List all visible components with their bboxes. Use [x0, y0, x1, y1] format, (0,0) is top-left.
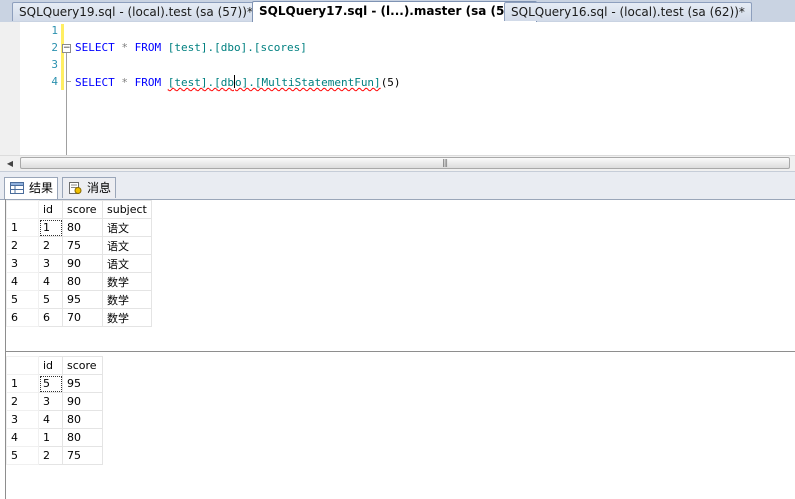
table-cell[interactable]: 80: [62, 410, 103, 429]
row-header[interactable]: 3: [6, 254, 39, 273]
table-cell[interactable]: 6: [38, 308, 63, 327]
code-line-2: SELECT * FROM [test].[dbo].[scores]: [75, 41, 307, 54]
keyword: SELECT: [75, 76, 115, 89]
line-number: 1: [51, 24, 58, 37]
function-args: (5): [380, 76, 401, 89]
operator: *: [121, 41, 128, 54]
column-header[interactable]: subject: [102, 200, 152, 219]
message-icon: [69, 182, 82, 194]
table-cell[interactable]: 95: [62, 290, 103, 309]
table-cell[interactable]: 3: [38, 392, 63, 411]
row-header[interactable]: 6: [6, 308, 39, 327]
row-header[interactable]: 3: [6, 410, 39, 429]
grip-icon: |||: [442, 158, 448, 167]
results-tab-bar: 结果 消息: [0, 171, 795, 200]
scroll-left-arrow-icon[interactable]: ◀: [2, 156, 18, 171]
table-cell[interactable]: 90: [62, 254, 103, 273]
table-cell[interactable]: 数学: [102, 308, 152, 327]
column-header[interactable]: id: [38, 200, 63, 219]
collapse-icon[interactable]: −: [62, 44, 71, 53]
row-header[interactable]: 5: [6, 446, 39, 465]
table-row[interactable]: 4 1 80: [6, 428, 103, 447]
table-cell[interactable]: 语文: [102, 236, 152, 255]
line-number-margin: 1 2 3 4: [20, 22, 60, 155]
grid-icon: [10, 182, 24, 194]
table-cell[interactable]: 80: [62, 218, 103, 237]
grid-corner[interactable]: [6, 356, 39, 375]
outline-end-tick: [66, 81, 71, 82]
pane-separator[interactable]: [5, 351, 795, 352]
tab-results[interactable]: 结果: [4, 177, 59, 199]
change-tracking-bar: [61, 24, 64, 90]
table-cell[interactable]: 90: [62, 392, 103, 411]
table-cell[interactable]: 5: [38, 374, 63, 393]
query-editor[interactable]: 1 2 3 4 − SELECT * FROM [test].[dbo].[sc…: [0, 22, 795, 155]
column-header[interactable]: score: [62, 356, 103, 375]
editor-gutter: [0, 22, 20, 155]
keyword: FROM: [134, 76, 162, 89]
keyword: SELECT: [75, 41, 115, 54]
tab-messages[interactable]: 消息: [62, 177, 117, 198]
table-cell[interactable]: 1: [38, 428, 63, 447]
table-row[interactable]: 3 3 90 语文: [6, 254, 152, 273]
table-cell[interactable]: 3: [38, 254, 63, 273]
tab-sqlquery17[interactable]: SQLQuery17.sql - (l...).master (sa (52))…: [252, 1, 537, 22]
table-row[interactable]: 2 2 75 语文: [6, 236, 152, 255]
row-header[interactable]: 1: [6, 374, 39, 393]
table-row[interactable]: 1 5 95: [6, 374, 103, 393]
editor-horizontal-scrollbar[interactable]: ◀ |||: [0, 155, 795, 171]
table-cell[interactable]: 80: [62, 428, 103, 447]
table-cell[interactable]: 数学: [102, 272, 152, 291]
row-header[interactable]: 2: [6, 392, 39, 411]
table-cell[interactable]: 4: [38, 410, 63, 429]
row-header[interactable]: 4: [6, 428, 39, 447]
table-row[interactable]: 4 4 80 数学: [6, 272, 152, 291]
table-cell[interactable]: 2: [38, 446, 63, 465]
row-header[interactable]: 5: [6, 290, 39, 309]
tab-messages-label: 消息: [87, 181, 112, 195]
table-cell[interactable]: 4: [38, 272, 63, 291]
row-header[interactable]: 4: [6, 272, 39, 291]
object-name: o].[MultiStatementFun]: [234, 76, 381, 89]
table-row[interactable]: 5 2 75: [6, 446, 103, 465]
row-header[interactable]: 1: [6, 218, 39, 237]
table-cell[interactable]: 75: [62, 446, 103, 465]
line-number: 3: [51, 58, 58, 71]
results-grid-2[interactable]: id score 1 5 95 2 3 90 3 4 80 4 1 80 5 2 75: [6, 356, 103, 465]
line-number: 2: [51, 41, 58, 54]
column-header[interactable]: score: [62, 200, 103, 219]
results-grid-1[interactable]: id score subject 1 1 80 语文 2 2 75 语文 3 3 90 语文 4 4 80 数学 5 5…: [6, 200, 152, 327]
tab-sqlquery16[interactable]: SQLQuery16.sql - (local).test (sa (62))*: [504, 2, 752, 21]
table-cell[interactable]: 5: [38, 290, 63, 309]
outline-guide: [66, 48, 67, 155]
table-row[interactable]: 5 5 95 数学: [6, 290, 152, 309]
table-cell[interactable]: 80: [62, 272, 103, 291]
table-row[interactable]: 6 6 70 数学: [6, 308, 152, 327]
table-row[interactable]: 3 4 80: [6, 410, 103, 429]
keyword: FROM: [134, 41, 162, 54]
table-cell[interactable]: 数学: [102, 290, 152, 309]
operator: *: [121, 76, 128, 89]
grid-corner[interactable]: [6, 200, 39, 219]
object-name: [test].[dbo].[scores]: [167, 41, 307, 54]
row-header[interactable]: 2: [6, 236, 39, 255]
table-cell[interactable]: 75: [62, 236, 103, 255]
table-cell[interactable]: 70: [62, 308, 103, 327]
tab-sqlquery19[interactable]: SQLQuery19.sql - (local).test (sa (57))*: [12, 2, 260, 21]
column-header[interactable]: id: [38, 356, 63, 375]
table-cell[interactable]: 2: [38, 236, 63, 255]
table-cell[interactable]: 语文: [102, 254, 152, 273]
tab-results-label: 结果: [29, 181, 54, 195]
table-cell[interactable]: 语文: [102, 218, 152, 237]
document-tab-bar: SQLQuery19.sql - (local).test (sa (57))*…: [0, 0, 795, 23]
line-number: 4: [51, 75, 58, 88]
table-row[interactable]: 1 1 80 语文: [6, 218, 152, 237]
table-cell[interactable]: 1: [38, 218, 63, 237]
code-line-4: SELECT * FROM [test].[dbo].[MultiStateme…: [75, 75, 401, 89]
object-name: [test].[db: [167, 76, 234, 89]
scrollbar-thumb[interactable]: [20, 157, 790, 169]
table-row[interactable]: 2 3 90: [6, 392, 103, 411]
table-cell[interactable]: 95: [62, 374, 103, 393]
